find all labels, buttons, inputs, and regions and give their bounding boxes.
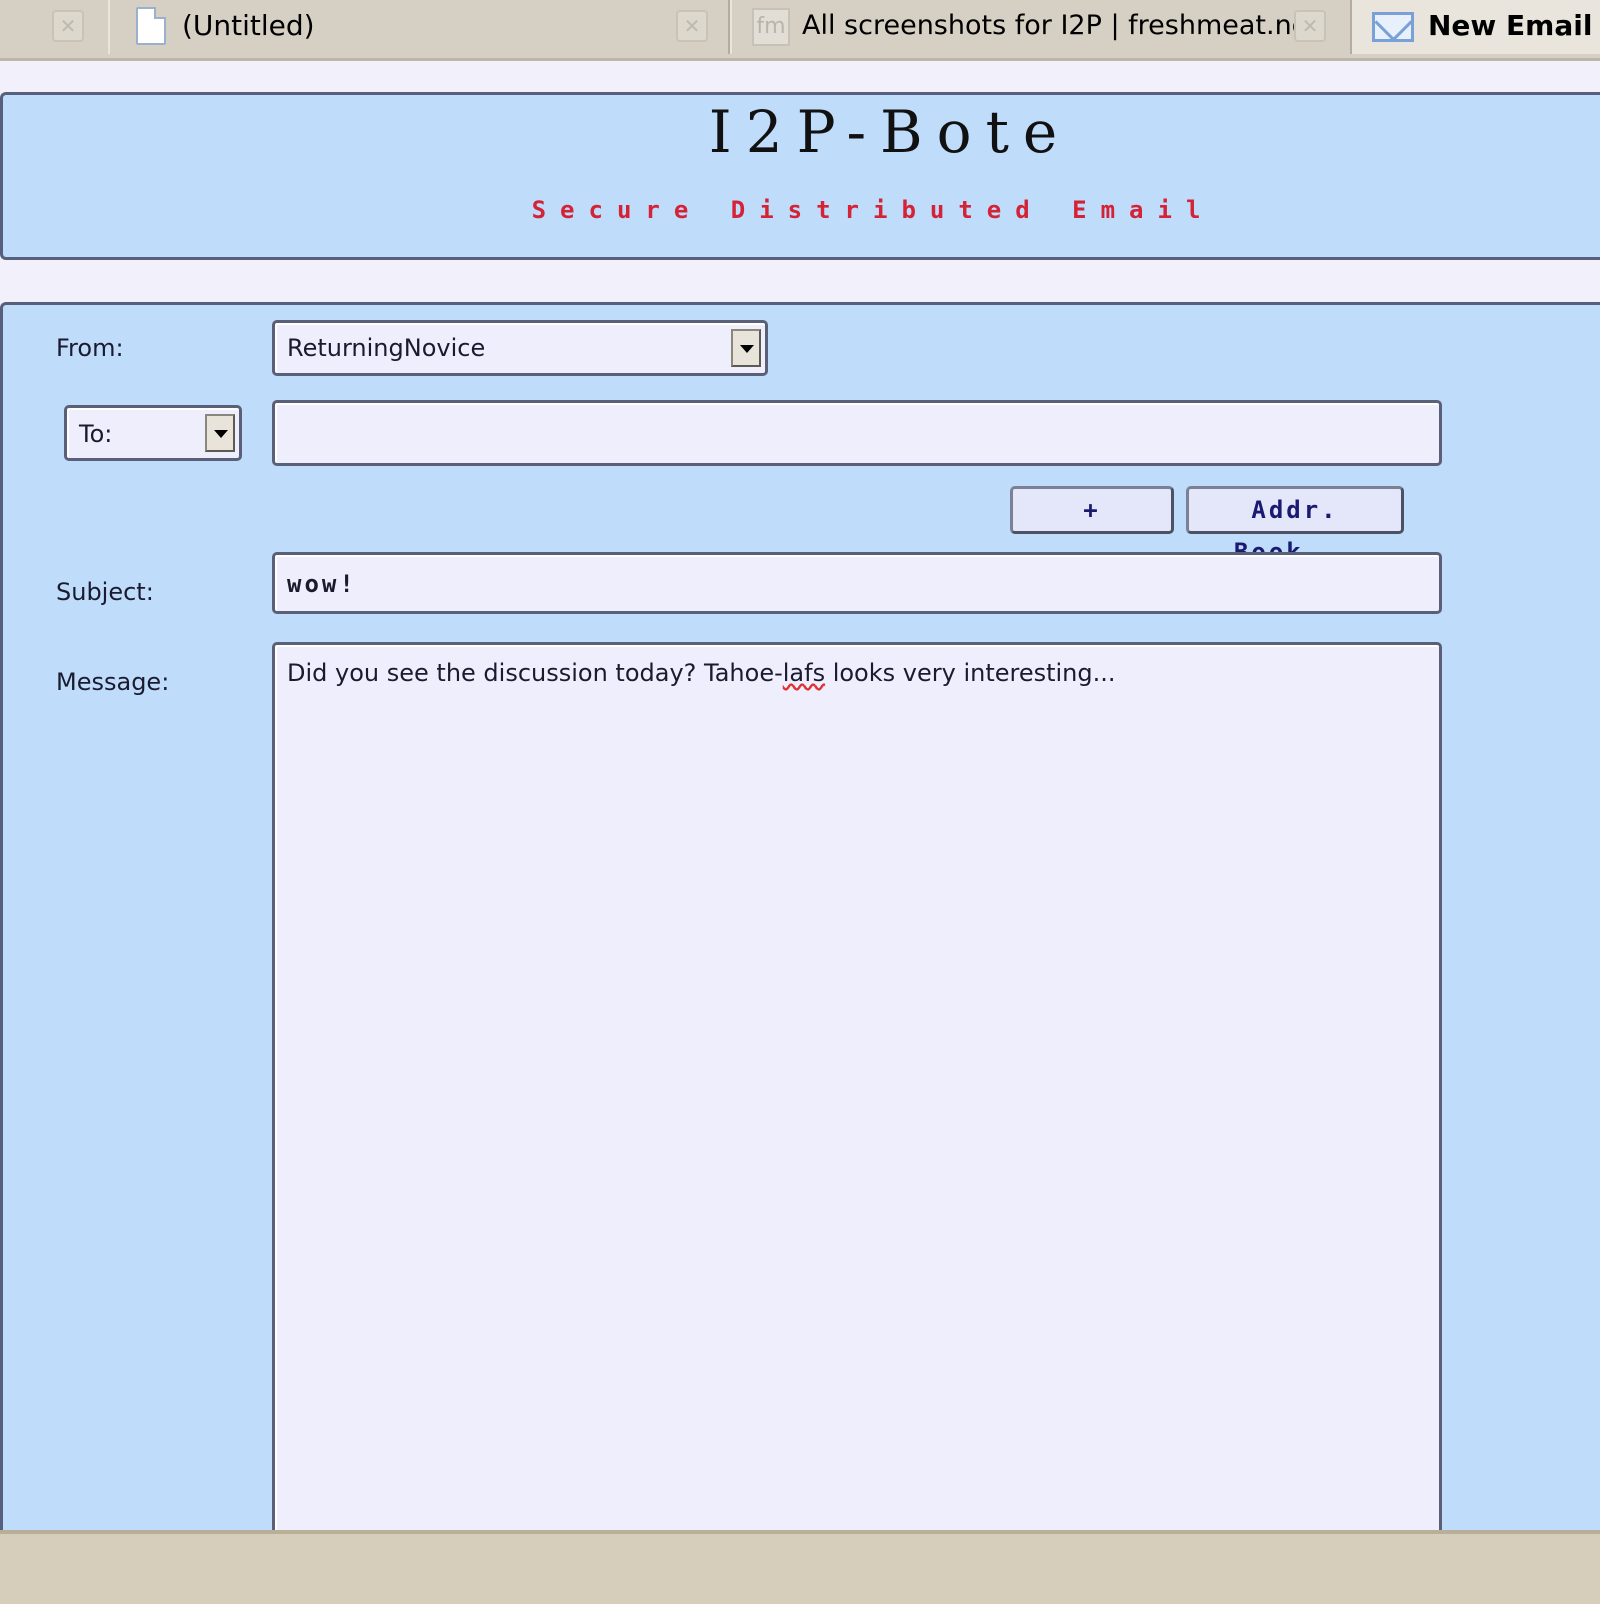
- misspelled-word[interactable]: lafs: [783, 659, 825, 687]
- message-text-continued: looks very interesting...: [825, 659, 1116, 687]
- app-subtitle: Secure Distributed Email: [531, 196, 1215, 224]
- message-body: Did you see the discussion today? Tahoe-…: [287, 659, 1116, 687]
- address-book-button[interactable]: Addr. Book...: [1186, 486, 1404, 566]
- close-tab-icon[interactable]: ✕: [676, 10, 708, 42]
- to-type-select[interactable]: To:: [64, 405, 242, 461]
- from-select-value: ReturningNovice: [287, 334, 486, 362]
- from-select[interactable]: ReturningNovice: [272, 320, 768, 376]
- chevron-down-icon[interactable]: [731, 329, 761, 367]
- message-textarea[interactable]: Did you see the discussion today? Tahoe-…: [272, 642, 1442, 1562]
- app-title: I2P-Bote: [708, 98, 1072, 166]
- message-label: Message:: [56, 668, 170, 696]
- tab-title: All screenshots for I2P | freshmeat.net: [802, 10, 1319, 41]
- subject-label: Subject:: [56, 578, 154, 606]
- subject-value: wow!: [287, 570, 357, 598]
- fm-site-icon: fm: [752, 8, 790, 46]
- tab-untitled[interactable]: (Untitled) ✕: [108, 0, 730, 54]
- tab-title: New Email: [1428, 9, 1593, 42]
- tab-title: (Untitled): [182, 9, 315, 42]
- message-text: Did you see the discussion today? Tahoe-: [287, 659, 783, 687]
- tab-freshmeat[interactable]: fm All screenshots for I2P | freshmeat.n…: [730, 0, 1352, 54]
- from-label: From:: [56, 334, 124, 362]
- add-recipient-button[interactable]: +: [1010, 486, 1174, 534]
- mail-icon: [1372, 12, 1414, 42]
- tab-new-email[interactable]: New Email: [1352, 0, 1600, 54]
- status-bar: [0, 1530, 1600, 1604]
- browser-tab-bar: ✕ (Untitled) ✕ fm All screenshots for I2…: [0, 0, 1600, 61]
- chevron-down-icon[interactable]: [205, 414, 235, 452]
- document-icon: [136, 7, 166, 45]
- close-tab-icon[interactable]: ✕: [1294, 10, 1326, 42]
- to-type-value: To:: [79, 420, 113, 448]
- close-tab-icon[interactable]: ✕: [52, 10, 84, 42]
- subject-input[interactable]: wow!: [272, 552, 1442, 614]
- to-input[interactable]: [272, 400, 1442, 466]
